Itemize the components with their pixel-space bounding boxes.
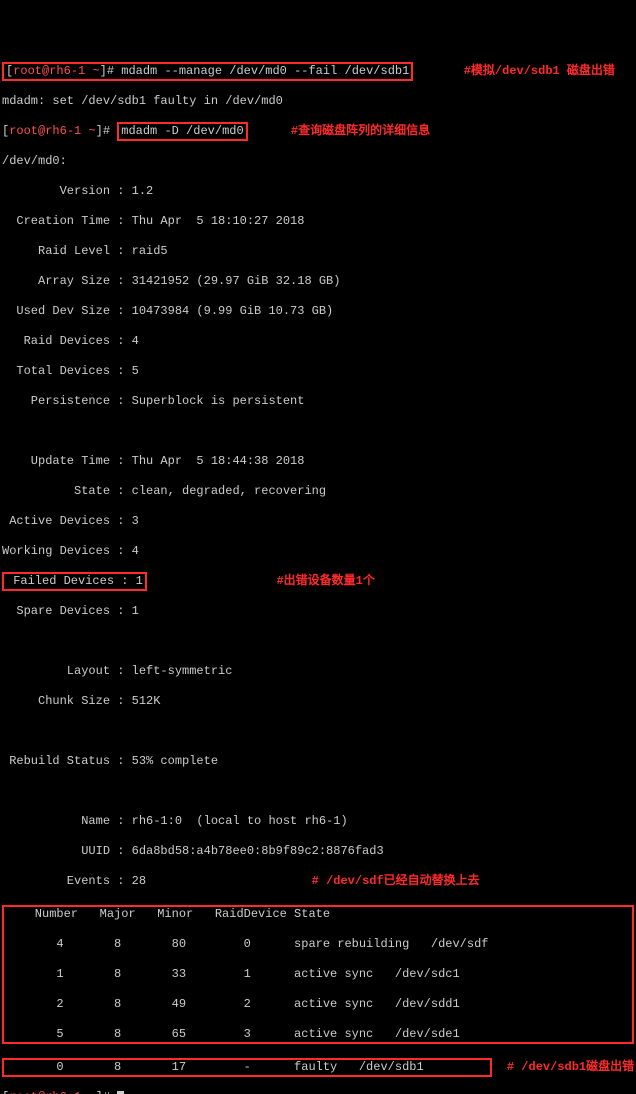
blank-line: [2, 634, 634, 649]
prompt: [root@rh6-1 ~]#: [2, 124, 117, 138]
detail-array-size: Array Size : 31421952 (29.97 GiB 32.18 G…: [2, 274, 634, 289]
command-mdadm-fail[interactable]: mdadm --manage /dev/md0 --fail /dev/sdb1: [121, 64, 409, 78]
blank-line: [2, 724, 634, 739]
highlight-box-failed: Failed Devices : 1: [2, 572, 147, 591]
table-row-faulty: 0 8 17 - faulty /dev/sdb1: [6, 1060, 424, 1074]
highlight-box-table-main: Number Major Minor RaidDevice State 4 8 …: [2, 905, 634, 1044]
detail-used-dev-size: Used Dev Size : 10473984 (9.99 GiB 10.73…: [2, 304, 634, 319]
prompt-host: rh6-1: [49, 64, 85, 78]
detail-events-row: Events : 28 # /dev/sdf已经自动替换上去: [2, 874, 634, 889]
cmd-line-1: [root@rh6-1 ~]# mdadm --manage /dev/md0 …: [2, 64, 634, 79]
detail-header: /dev/md0:: [2, 154, 634, 169]
detail-raid-devices: Raid Devices : 4: [2, 334, 634, 349]
table-row: 1 8 33 1 active sync /dev/sdc1: [6, 967, 630, 982]
prompt: [root@rh6-1 ~]#: [6, 64, 121, 78]
prompt-hash: #: [107, 64, 114, 78]
prompt-line-final[interactable]: [root@rh6-1 ~]#: [2, 1090, 634, 1094]
annotation-failed-count: #出错设备数量1个: [276, 574, 374, 588]
table-row: 4 8 80 0 spare rebuilding /dev/sdf: [6, 937, 630, 952]
highlight-box-faulty-row: 0 8 17 - faulty /dev/sdb1: [2, 1058, 492, 1077]
detail-failed-devices: Failed Devices : 1: [6, 574, 143, 588]
detail-total-devices: Total Devices : 5: [2, 364, 634, 379]
annotation-fail: #模拟/dev/sdb1 磁盘出错: [464, 64, 615, 78]
detail-layout: Layout : left-symmetric: [2, 664, 634, 679]
annotation-sdb1-faulty: # /dev/sdb1磁盘出错: [507, 1060, 634, 1074]
detail-raid-level: Raid Level : raid5: [2, 244, 634, 259]
detail-events: Events : 28: [2, 874, 146, 888]
detail-working-devices: Working Devices : 4: [2, 544, 634, 559]
table-header: Number Major Minor RaidDevice State: [6, 907, 630, 922]
detail-name: Name : rh6-1:0 (local to host rh6-1): [2, 814, 634, 829]
detail-update-time: Update Time : Thu Apr 5 18:44:38 2018: [2, 454, 634, 469]
detail-chunk-size: Chunk Size : 512K: [2, 694, 634, 709]
output-set-faulty: mdadm: set /dev/sdb1 faulty in /dev/md0: [2, 94, 634, 109]
prompt-user: root: [13, 64, 42, 78]
highlight-box-cmd2: mdadm -D /dev/md0: [117, 122, 247, 141]
blank-line: [2, 784, 634, 799]
prompt-path: ~: [92, 64, 99, 78]
detail-state: State : clean, degraded, recovering: [2, 484, 634, 499]
annotation-sdf-replace: # /dev/sdf已经自动替换上去: [312, 874, 480, 888]
detail-creation-time: Creation Time : Thu Apr 5 18:10:27 2018: [2, 214, 634, 229]
highlight-box-cmd1: [root@rh6-1 ~]# mdadm --manage /dev/md0 …: [2, 62, 413, 81]
blank-line: [2, 424, 634, 439]
table-row: 2 8 49 2 active sync /dev/sdd1: [6, 997, 630, 1012]
detail-rebuild-status: Rebuild Status : 53% complete: [2, 754, 634, 769]
detail-version: Version : 1.2: [2, 184, 634, 199]
detail-uuid: UUID : 6da8bd58:a4b78ee0:8b9f89c2:8876fa…: [2, 844, 634, 859]
cursor-icon: [117, 1091, 124, 1094]
detail-spare-devices: Spare Devices : 1: [2, 604, 634, 619]
detail-persistence: Persistence : Superblock is persistent: [2, 394, 634, 409]
command-mdadm-detail[interactable]: mdadm -D /dev/md0: [121, 124, 243, 138]
detail-failed-row: Failed Devices : 1 #出错设备数量1个: [2, 574, 634, 589]
faulty-row-wrap: 0 8 17 - faulty /dev/sdb1 # /dev/sdb1磁盘出…: [2, 1060, 634, 1075]
detail-active-devices: Active Devices : 3: [2, 514, 634, 529]
table-row: 5 8 65 3 active sync /dev/sde1: [6, 1027, 630, 1042]
annotation-detail: #查询磁盘阵列的详细信息: [291, 124, 430, 138]
cmd-line-2: [root@rh6-1 ~]# mdadm -D /dev/md0 #查询磁盘阵…: [2, 124, 634, 139]
